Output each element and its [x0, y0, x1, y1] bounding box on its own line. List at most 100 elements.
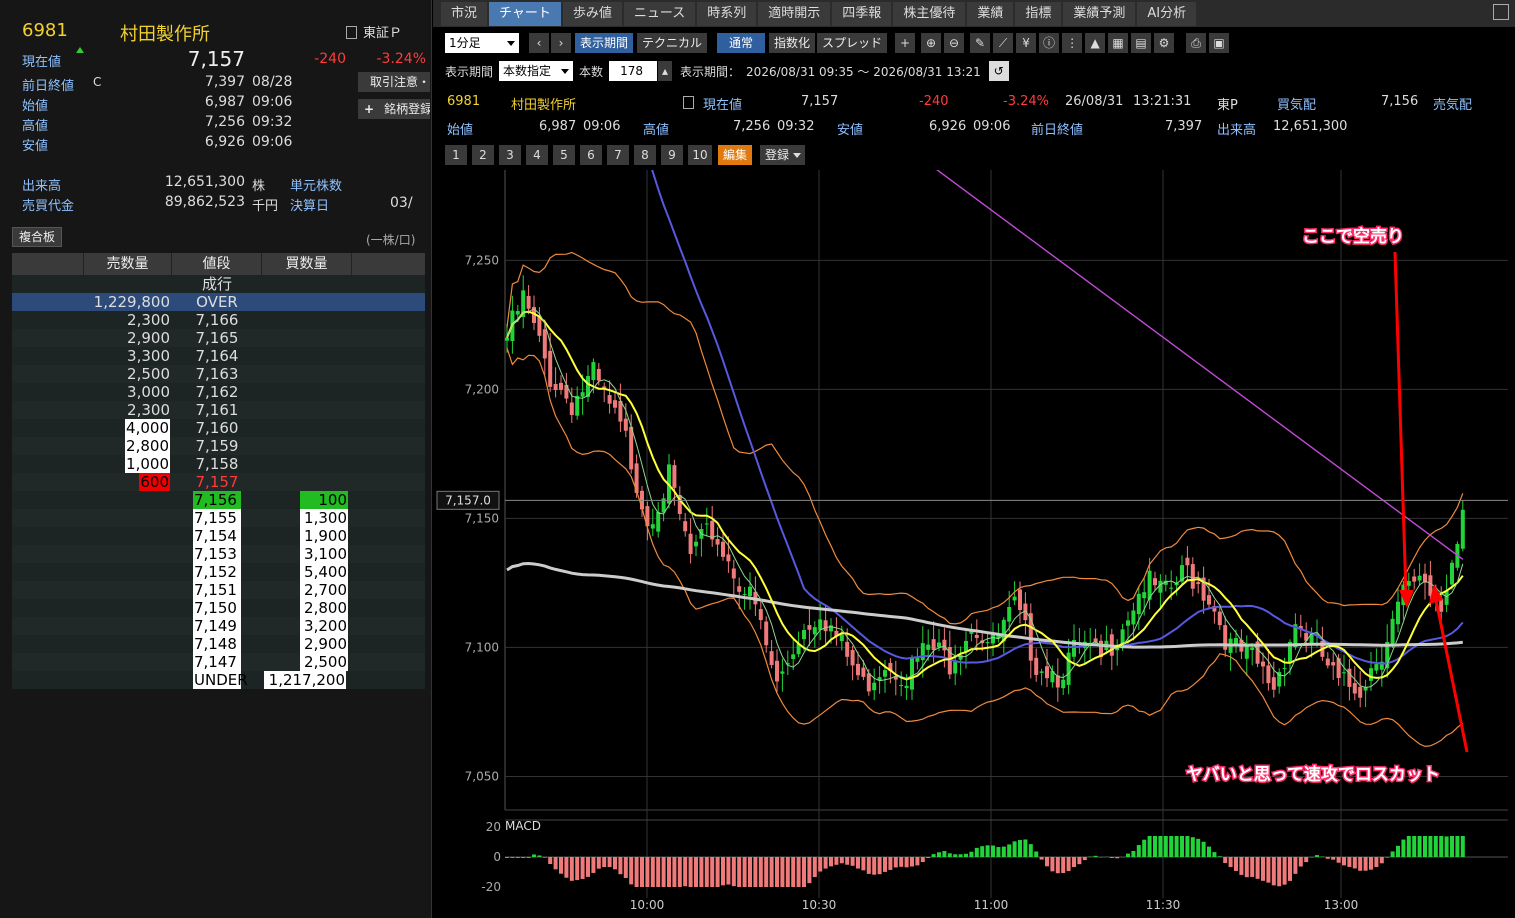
macd-bar — [1406, 836, 1411, 857]
tab-11[interactable]: AI分析 — [1137, 2, 1197, 26]
preset-button-8[interactable]: 8 — [634, 145, 656, 165]
line-draw-icon[interactable]: ⟋ — [993, 33, 1014, 53]
candle-body — [910, 657, 914, 690]
tab-8[interactable]: 業績 — [967, 2, 1014, 26]
order-book-row[interactable]: 7,154 1,900 — [12, 527, 425, 545]
order-book-row[interactable]: UNDER 1,217,200 — [12, 671, 425, 689]
crosshair-icon[interactable]: + — [895, 33, 916, 53]
count-input[interactable]: 178 — [609, 61, 658, 81]
order-book-row[interactable]: 4,000 7,160 — [12, 419, 425, 437]
prev-icon[interactable]: ‹ — [529, 33, 549, 53]
order-book-row[interactable]: 7,156 100 — [12, 491, 425, 509]
price-chart[interactable]: 7,250 7,200 7,150 7,100 7,050 10:00 10:30 11:00… — [433, 0, 1515, 918]
preset-button-5[interactable]: 5 — [553, 145, 575, 165]
order-book-row[interactable]: 2,800 7,159 — [12, 437, 425, 455]
print-icon[interactable]: ⎙ — [1186, 33, 1207, 53]
candle-body — [683, 521, 688, 532]
normal-button[interactable]: 通常 — [717, 33, 766, 53]
row-spacer — [347, 329, 425, 347]
tab-5[interactable]: 適時開示 — [758, 2, 831, 26]
order-book-row[interactable]: 7,152 5,400 — [12, 563, 425, 581]
macd-bar — [1190, 837, 1195, 857]
interval-select[interactable]: 1分足 — [445, 33, 519, 53]
buy-qty-cell-text: 2,900 — [300, 635, 348, 653]
preset-button-3[interactable]: 3 — [499, 145, 521, 165]
complex-board-button[interactable]: 複合板 — [12, 227, 62, 247]
buy-qty-cell-text: 3,200 — [300, 617, 348, 635]
maximize-icon[interactable] — [1493, 4, 1509, 20]
order-book-row[interactable]: 7,151 2,700 — [12, 581, 425, 599]
document-icon[interactable] — [346, 26, 357, 39]
tab-10[interactable]: 業績予測 — [1063, 2, 1136, 26]
count-stepper-icon[interactable]: ▴ — [658, 61, 673, 81]
preset-button-2[interactable]: 2 — [472, 145, 494, 165]
compare-icon[interactable]: ▤ — [1131, 33, 1152, 53]
yen-icon[interactable]: ¥ — [1016, 33, 1037, 53]
display-mode-select[interactable]: 本数指定 — [499, 61, 574, 81]
candle-body — [1153, 578, 1157, 586]
tab-1[interactable]: チャート — [489, 2, 561, 26]
order-book-row[interactable]: 3,300 7,164 — [12, 347, 425, 365]
zoom-in-icon[interactable]: ⊕ — [921, 33, 942, 53]
quote-document-icon[interactable] — [683, 96, 694, 109]
macd-bar — [1412, 836, 1417, 857]
tab-3[interactable]: ニュース — [623, 2, 696, 26]
tab-4[interactable]: 時系列 — [697, 2, 757, 26]
order-book-row[interactable]: 1,229,800 OVER — [12, 293, 425, 311]
register-button[interactable]: 登録 — [760, 145, 806, 165]
candle-body — [1190, 564, 1195, 589]
candle-body — [931, 639, 936, 650]
order-book-row[interactable]: 2,300 7,161 — [12, 401, 425, 419]
sell-qty-cell — [12, 509, 172, 527]
tab-2[interactable]: 歩み値 — [562, 2, 622, 26]
add-watchlist-button[interactable]: + 銘柄登録 — [358, 99, 430, 119]
pencil-icon[interactable]: ✎ — [970, 33, 991, 53]
order-book-row[interactable]: 2,900 7,165 — [12, 329, 425, 347]
candle-body — [748, 586, 752, 597]
market-order-row[interactable]: 成行 — [12, 275, 425, 293]
order-book-row[interactable]: 7,153 3,100 — [12, 545, 425, 563]
preset-button-7[interactable]: 7 — [607, 145, 629, 165]
preset-button-9[interactable]: 9 — [661, 145, 683, 165]
reset-icon[interactable]: ↺ — [988, 61, 1009, 81]
tab-9[interactable]: 指標 — [1015, 2, 1062, 26]
tab-0[interactable]: 市況 — [441, 2, 488, 26]
edit-button[interactable]: 編集 — [718, 145, 753, 165]
candle-body — [726, 554, 731, 562]
my-indicator-icon[interactable]: ⋮ — [1062, 33, 1083, 53]
order-book-row[interactable]: 7,149 3,200 — [12, 617, 425, 635]
settings-icon[interactable]: ⚙ — [1154, 33, 1175, 53]
window-icon[interactable]: ▣ — [1209, 33, 1230, 53]
trade-caution-button[interactable]: 取引注意・ — [358, 72, 430, 92]
buy-qty-cell-text: 5,400 — [300, 563, 348, 581]
tab-7[interactable]: 株主優待 — [893, 2, 966, 26]
index-button[interactable]: 指数化 — [769, 33, 816, 53]
order-book-row[interactable]: 3,000 7,162 — [12, 383, 425, 401]
preset-button-1[interactable]: 1 — [445, 145, 467, 165]
macd-bar — [569, 857, 574, 881]
display-period-button[interactable]: 表示期間 — [575, 33, 634, 53]
order-book-row[interactable]: 1,000 7,158 — [12, 455, 425, 473]
info-icon[interactable]: ⓘ — [1039, 33, 1060, 53]
candle-body — [1358, 686, 1363, 698]
chart-area[interactable]: 7,250 7,200 7,150 7,100 7,050 10:00 10:30 11:00… — [433, 0, 1515, 918]
spread-button[interactable]: スプレッド — [817, 33, 888, 53]
area-chart-icon[interactable]: ▲ — [1085, 33, 1106, 53]
order-book-row[interactable]: 7,147 2,500 — [12, 653, 425, 671]
zoom-out-icon[interactable]: ⊖ — [944, 33, 965, 53]
order-book-row[interactable]: 7,148 2,900 — [12, 635, 425, 653]
preset-button-6[interactable]: 6 — [580, 145, 602, 165]
preset-button-10[interactable]: 10 — [688, 145, 712, 165]
order-book-row[interactable]: 600 7,157 — [12, 473, 425, 491]
order-book-row[interactable]: 2,300 7,166 — [12, 311, 425, 329]
order-book-row[interactable]: 7,155 1,300 — [12, 509, 425, 527]
preset-button-4[interactable]: 4 — [526, 145, 548, 165]
next-icon[interactable]: › — [551, 33, 571, 53]
grid-icon[interactable]: ▦ — [1108, 33, 1129, 53]
macd-bar — [726, 857, 731, 885]
order-book-row[interactable]: 2,500 7,163 — [12, 365, 425, 383]
order-book-row[interactable]: 7,150 2,800 — [12, 599, 425, 617]
tab-6[interactable]: 四季報 — [832, 2, 892, 26]
candle-body — [915, 657, 920, 662]
technical-button[interactable]: テクニカル — [637, 33, 708, 53]
